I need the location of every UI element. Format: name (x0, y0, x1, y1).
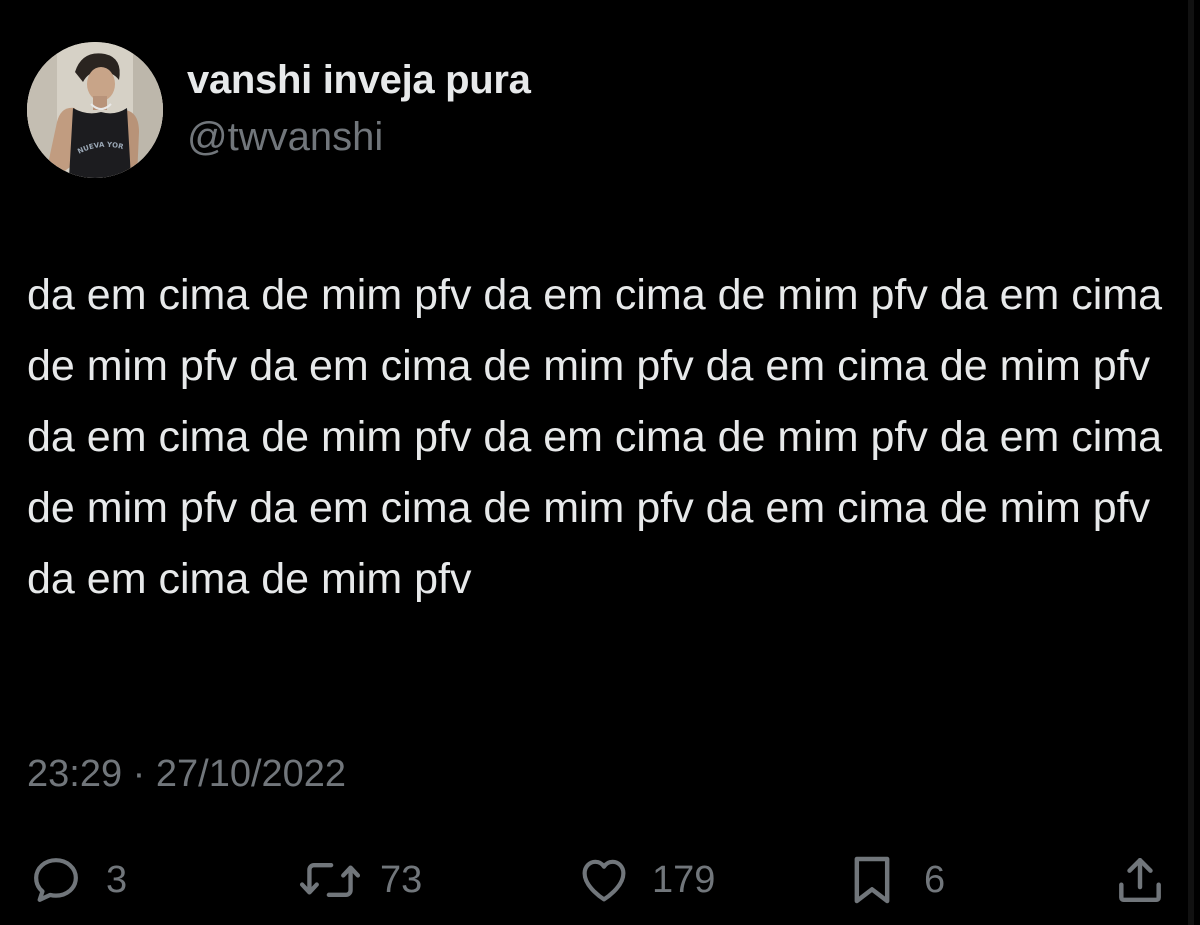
like-button[interactable]: 179 (574, 850, 715, 910)
bookmark-icon (846, 852, 898, 908)
reply-icon (28, 852, 84, 908)
like-count: 179 (652, 858, 716, 901)
tweet-text: da em cima de mim pfv da em cima de mim … (27, 271, 1163, 603)
action-bar: 3 73 179 6 (0, 850, 1200, 910)
retweet-count: 73 (380, 858, 423, 901)
tweet-timestamp: 23:29 · 27/10/2022 (27, 753, 346, 796)
reply-count: 3 (106, 858, 128, 901)
timestamp-separator: · (132, 753, 146, 795)
retweet-button[interactable]: 73 (298, 850, 422, 910)
retweet-icon (298, 852, 362, 908)
heart-icon (574, 852, 634, 908)
bookmark-button[interactable]: 6 (846, 850, 945, 910)
share-button[interactable] (1112, 850, 1168, 910)
share-icon (1112, 852, 1168, 908)
tweet-date[interactable]: 27/10/2022 (156, 753, 346, 795)
tweet-time[interactable]: 23:29 (27, 753, 122, 795)
avatar-photo: NUEVA YORK (27, 42, 163, 178)
author-display-name[interactable]: vanshi inveja pura (187, 58, 531, 103)
reply-button[interactable]: 3 (28, 850, 127, 910)
avatar[interactable]: NUEVA YORK (27, 42, 163, 178)
tweet: NUEVA YORK vanshi inveja pura @twvanshi … (0, 0, 1200, 925)
bookmark-count: 6 (924, 858, 946, 901)
scrollbar[interactable] (1188, 0, 1194, 925)
author-handle[interactable]: @twvanshi (187, 115, 383, 160)
